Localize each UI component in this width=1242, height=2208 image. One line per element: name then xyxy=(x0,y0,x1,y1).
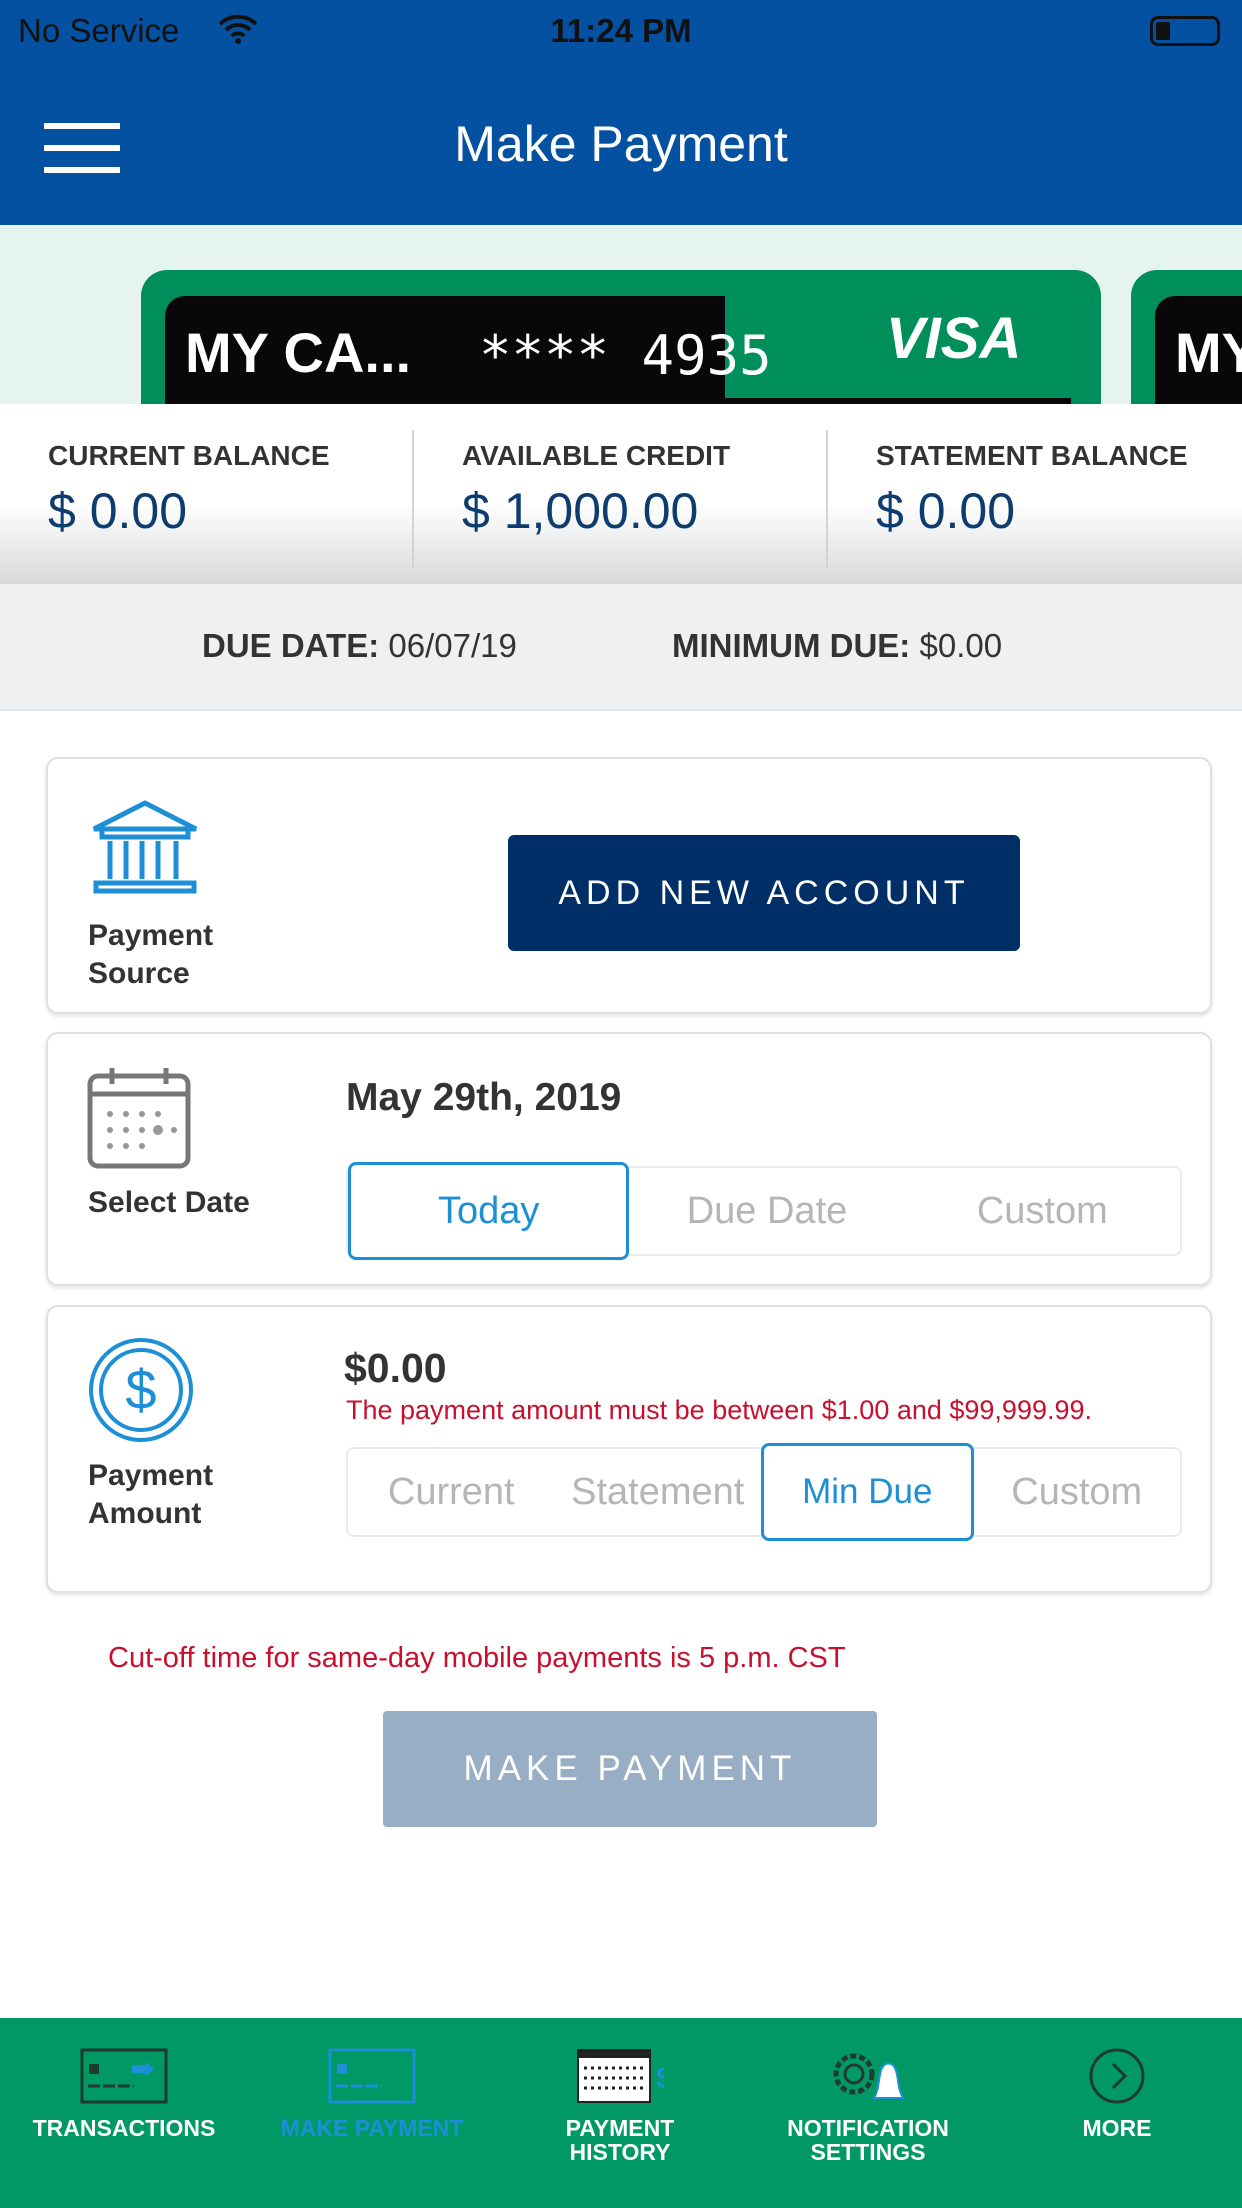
tab-notification-settings[interactable]: NOTIFICATION SETTINGS xyxy=(744,2018,992,2208)
make-payment-icon xyxy=(328,2048,416,2104)
amount-option-current[interactable]: Current xyxy=(348,1449,555,1535)
cutoff-note: Cut-off time for same-day mobile payment… xyxy=(108,1642,846,1674)
payment-history-icon: $ xyxy=(577,2049,664,2103)
tab-more[interactable]: MORE xyxy=(992,2018,1242,2208)
amount-option-statement[interactable]: Statement xyxy=(555,1449,762,1535)
payment-source-label: Payment xyxy=(88,919,214,952)
payment-amount-section: $ Payment Amount $0.00 The payment amount… xyxy=(46,1305,1212,1593)
available-credit-label: AVAILABLE CREDIT xyxy=(462,440,731,471)
date-option-today[interactable]: Today xyxy=(348,1162,630,1260)
visa-logo: VISA xyxy=(886,306,1022,371)
due-date-label: DUE DATE: xyxy=(202,627,380,664)
tab-transactions[interactable]: TRANSACTIONS xyxy=(0,2018,248,2208)
dollar-icon: $ xyxy=(89,1338,193,1442)
credit-card[interactable]: MY CA... **** 4935 VISA xyxy=(141,270,1101,405)
calendar-icon xyxy=(87,1068,191,1169)
amount-option-group: Current Statement Min Due Custom xyxy=(346,1443,1182,1541)
payment-source-section: Payment Source ADD NEW ACCOUNT xyxy=(46,757,1212,1014)
minimum-due-value: $0.00 xyxy=(919,627,1003,664)
payment-amount-value: $0.00 xyxy=(344,1345,447,1391)
selected-date: May 29th, 2019 xyxy=(346,1076,622,1119)
status-bar: No Service 11:24 PM xyxy=(0,0,1242,63)
statement-balance-value: $ 0.00 xyxy=(876,483,1016,539)
tab-payment-history[interactable]: $ PAYMENTHISTORY xyxy=(496,2018,744,2208)
svg-text:$: $ xyxy=(656,2062,664,2095)
transactions-icon xyxy=(80,2048,168,2104)
date-option-due-date[interactable]: Due Date xyxy=(629,1168,904,1254)
notification-settings-icon xyxy=(833,2053,905,2099)
balance-summary: CURRENT BALANCE $ 0.00 AVAILABLE CREDIT $ … xyxy=(0,404,1242,584)
current-balance-value: $ 0.00 xyxy=(48,483,188,539)
battery-icon xyxy=(1150,16,1220,46)
select-date-label: Select Date xyxy=(88,1186,250,1219)
bank-icon xyxy=(92,800,198,894)
make-payment-button[interactable]: MAKE PAYMENT xyxy=(383,1711,877,1827)
svg-text:$: $ xyxy=(125,1358,156,1421)
clock: 11:24 PM xyxy=(550,12,692,49)
tab-bar: TRANSACTIONS MAKE PAYMENT $ PAYMENTHISTO… xyxy=(0,2018,1242,2208)
more-chevron-icon xyxy=(1089,2048,1145,2104)
available-credit-value: $ 1,000.00 xyxy=(462,483,699,539)
amount-option-min-due[interactable]: Min Due xyxy=(761,1443,974,1541)
page-title: Make Payment xyxy=(454,116,788,172)
date-option-group: Today Due Date Custom xyxy=(346,1162,1182,1260)
add-new-account-button[interactable]: ADD NEW ACCOUNT xyxy=(508,835,1020,951)
payment-amount-label: Payment xyxy=(88,1459,214,1492)
card-name: MY CA... xyxy=(185,321,412,384)
due-date-value: 06/07/19 xyxy=(388,627,517,664)
current-balance-label: CURRENT BALANCE xyxy=(48,440,330,471)
amount-option-custom[interactable]: Custom xyxy=(974,1449,1181,1535)
card-name: MY xyxy=(1175,321,1242,384)
tab-make-payment[interactable]: MAKE PAYMENT xyxy=(248,2018,496,2208)
date-option-custom[interactable]: Custom xyxy=(905,1168,1180,1254)
credit-card[interactable]: MY xyxy=(1131,270,1242,405)
select-date-section: Select Date May 29th, 2019 Today Due Dat… xyxy=(46,1032,1212,1286)
card-number: **** 4935 xyxy=(479,324,772,387)
card-carousel[interactable]: MY CA... **** 4935 VISA MY xyxy=(0,225,1242,405)
statement-balance-label: STATEMENT BALANCE xyxy=(876,440,1188,471)
amount-error-message: The payment amount must be between $1.00… xyxy=(346,1395,1093,1425)
due-info: DUE DATE: 06/07/19 MINIMUM DUE: $0.00 xyxy=(0,584,1242,711)
minimum-due-label: MINIMUM DUE: xyxy=(672,627,911,664)
header: Make Payment xyxy=(0,63,1242,225)
